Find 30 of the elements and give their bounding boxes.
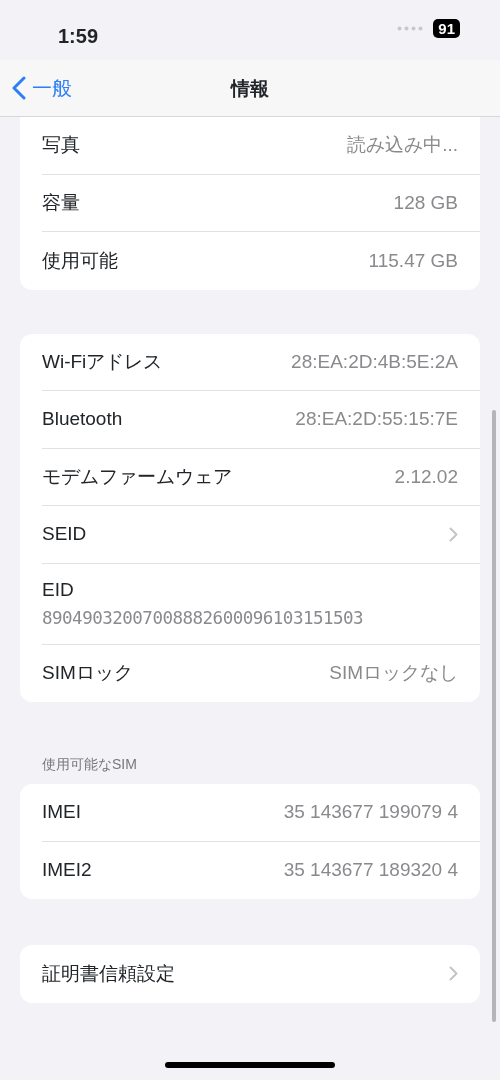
back-chevron-icon xyxy=(12,76,26,100)
chevron-icon xyxy=(449,526,458,542)
row-value: 読み込み中... xyxy=(347,133,458,157)
row-value: 2.12.02 xyxy=(394,464,458,489)
battery-indicator: 91 xyxy=(433,18,460,38)
row-value: SIMロックなし xyxy=(329,661,458,685)
row-label: EID xyxy=(42,578,74,603)
row-value: 89049032007008882600096103151503 xyxy=(42,606,364,630)
row-label: 写真 xyxy=(42,133,80,157)
row-label: 容量 xyxy=(42,190,80,215)
row-value: 115.47 GB xyxy=(368,248,458,273)
page-title: 情報 xyxy=(231,77,269,101)
row-label: IMEI xyxy=(42,800,82,824)
status-time: 1:59 xyxy=(58,24,99,49)
row-label: モデムファームウェア xyxy=(42,464,232,489)
row-value: 28:EA:2D:55:15:7E xyxy=(295,407,458,431)
row-value: 28:EA:2D:4B:5E:2A xyxy=(291,349,458,374)
row-label: Wi-Fiアドレス xyxy=(42,349,163,374)
row-value: 128 GB xyxy=(393,190,458,215)
back-button[interactable]: 一般 xyxy=(12,73,72,103)
row-label: Bluetooth xyxy=(42,407,123,431)
section-header: 使用可能なSIM xyxy=(42,755,138,774)
settings-row[interactable]: SEID xyxy=(42,506,480,564)
row-value: 35 143677 199079 4 xyxy=(283,800,458,824)
settings-row[interactable]: 証明書信頼設定 xyxy=(42,945,480,1003)
row-label: 使用可能 xyxy=(42,248,118,273)
row-value: 35 143677 189320 4 xyxy=(283,858,458,882)
chevron-icon xyxy=(449,966,458,982)
row-label: SIMロック xyxy=(42,661,133,685)
row-label: IMEI2 xyxy=(42,858,92,882)
